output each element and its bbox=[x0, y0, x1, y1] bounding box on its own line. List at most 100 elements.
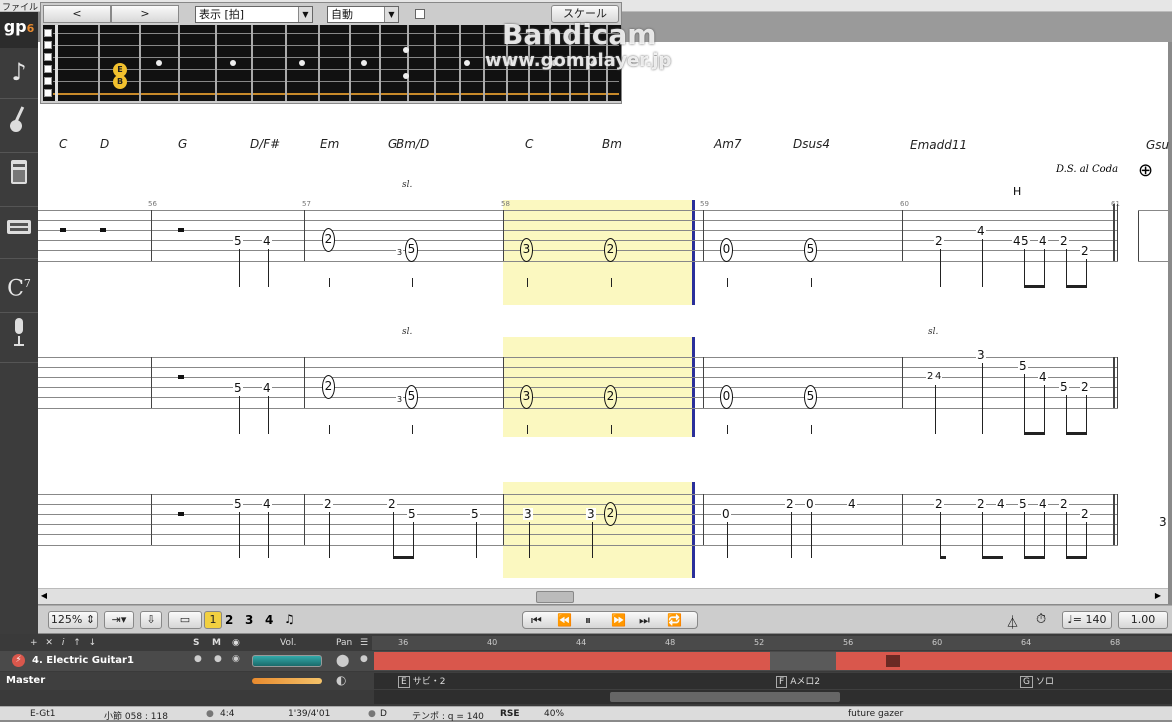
checkbox[interactable] bbox=[415, 9, 425, 19]
tab-note[interactable]: 5 bbox=[405, 385, 418, 409]
tab-note[interactable]: 4 bbox=[976, 225, 986, 237]
prev-button[interactable]: < bbox=[43, 5, 111, 23]
tab-note[interactable]: 5 bbox=[1020, 235, 1030, 247]
metronome-icon[interactable]: ⏃ bbox=[1006, 612, 1019, 631]
solo-toggle[interactable]: ● bbox=[194, 654, 202, 664]
tab-note[interactable]: 4 bbox=[934, 371, 943, 383]
tab-note[interactable]: 2 bbox=[387, 498, 397, 510]
tab-note[interactable]: 0 bbox=[720, 238, 733, 262]
tab-note[interactable]: 2 bbox=[604, 385, 617, 409]
tab-note[interactable]: 3 bbox=[586, 508, 596, 520]
voice-1-button[interactable]: 1 bbox=[204, 611, 222, 629]
tab-note[interactable]: 5 bbox=[1059, 381, 1069, 393]
amp-icon[interactable] bbox=[4, 158, 34, 198]
tab-note[interactable]: 4 bbox=[996, 498, 1006, 510]
track-menu-icon[interactable]: ☰ bbox=[360, 638, 368, 648]
tab-note[interactable]: 5 bbox=[233, 235, 243, 247]
tab-note[interactable]: 0 bbox=[805, 498, 815, 510]
tracks-scrollbar[interactable] bbox=[374, 690, 1172, 704]
tab-note[interactable]: 3 bbox=[520, 238, 533, 262]
tab-note[interactable]: 2 bbox=[785, 498, 795, 510]
tab-note[interactable]: 3 bbox=[976, 349, 986, 361]
tab-note[interactable]: 4 bbox=[262, 382, 272, 394]
view-mode-icon[interactable]: ⇥▾ bbox=[104, 611, 134, 629]
tab-note[interactable]: 3 bbox=[396, 394, 404, 406]
section-marker[interactable]: E サビ・2 bbox=[398, 674, 445, 688]
pan-knob[interactable]: ⬤ bbox=[336, 653, 349, 667]
tab-note[interactable]: 5 bbox=[804, 238, 817, 262]
move-up-icon[interactable]: ↑ bbox=[73, 638, 81, 648]
tab-note[interactable]: 2 bbox=[934, 498, 944, 510]
remove-track-icon[interactable]: ✕ bbox=[45, 638, 53, 648]
tab-note[interactable]: 4 bbox=[262, 235, 272, 247]
master-volume-slider[interactable] bbox=[252, 678, 322, 684]
layout-icon[interactable]: ▭ bbox=[168, 611, 202, 629]
tab-note[interactable]: 2 bbox=[976, 498, 986, 510]
zoom-select[interactable]: 125% ⇕ bbox=[48, 611, 98, 629]
volume-slider[interactable] bbox=[252, 655, 322, 667]
tab-note[interactable]: 2 bbox=[322, 228, 335, 252]
info-icon[interactable]: i bbox=[62, 638, 65, 648]
voice-2-button[interactable]: 2 bbox=[225, 613, 233, 627]
scroll-thumb[interactable] bbox=[536, 591, 574, 603]
mode-select[interactable]: 自動 ▼ bbox=[327, 6, 399, 23]
tab-note[interactable]: 2 bbox=[1080, 381, 1090, 393]
go-start-icon[interactable]: ⏮ bbox=[531, 612, 542, 628]
section-marker[interactable]: F Aメロ2 bbox=[776, 674, 820, 688]
tab-note[interactable]: 3 bbox=[396, 247, 404, 259]
tab-note[interactable]: 2 bbox=[1080, 245, 1090, 257]
speed-field[interactable]: 1.00 bbox=[1118, 611, 1168, 629]
tab-note[interactable]: 5 bbox=[804, 385, 817, 409]
rewind-icon[interactable]: ⏪ bbox=[557, 612, 572, 628]
tab-note[interactable]: 5 bbox=[470, 508, 480, 520]
voice-4-button[interactable]: 4 bbox=[265, 613, 273, 627]
track-clips[interactable] bbox=[374, 652, 1172, 670]
tab-note[interactable]: 5 bbox=[233, 382, 243, 394]
scroll-left-icon[interactable]: ◀ bbox=[38, 591, 50, 603]
tab-note[interactable]: 4 bbox=[1038, 498, 1048, 510]
tab-note[interactable]: 5 bbox=[407, 508, 417, 520]
forward-icon[interactable]: ⏩ bbox=[611, 612, 626, 628]
beam-icon[interactable]: ♫ bbox=[284, 612, 295, 626]
move-down-icon[interactable]: ↓ bbox=[89, 638, 97, 648]
tab-note[interactable]: 4 bbox=[1038, 235, 1048, 247]
pause-icon[interactable]: ⏸ bbox=[585, 612, 591, 628]
mute-toggle[interactable]: ● bbox=[214, 654, 222, 664]
tracks-scroll-thumb[interactable] bbox=[610, 692, 840, 702]
scroll-right-icon[interactable]: ▶ bbox=[1152, 591, 1164, 603]
master-pan-knob[interactable]: ◐ bbox=[336, 673, 346, 687]
display-select[interactable]: 表示 [拍] ▼ bbox=[195, 6, 313, 23]
tempo-field[interactable]: ♩= 140 bbox=[1062, 611, 1112, 629]
tab-note[interactable]: 0 bbox=[720, 385, 733, 409]
tab-note[interactable]: 3 bbox=[520, 385, 533, 409]
tab-note[interactable]: 5 bbox=[1018, 360, 1028, 372]
loop-icon[interactable]: 🔁 bbox=[667, 612, 682, 628]
add-track-icon[interactable]: + bbox=[30, 638, 38, 648]
tab-note[interactable]: 2 bbox=[1059, 498, 1069, 510]
chord-icon[interactable]: C7 bbox=[4, 264, 34, 304]
tab-note[interactable]: 5 bbox=[1018, 498, 1028, 510]
tab-note[interactable]: 3 bbox=[1158, 516, 1168, 528]
tab-note[interactable]: 2 bbox=[1059, 235, 1069, 247]
multitrack-icon[interactable]: ⇩ bbox=[140, 611, 162, 629]
tab-note[interactable]: 4 bbox=[1038, 371, 1048, 383]
tab-note[interactable]: 5 bbox=[405, 238, 418, 262]
countdown-icon[interactable]: ⏱ bbox=[1036, 612, 1046, 627]
tab-note[interactable]: 2 bbox=[1080, 508, 1090, 520]
go-end-icon[interactable]: ⏭ bbox=[639, 612, 650, 628]
tab-note[interactable]: 3 bbox=[523, 508, 533, 520]
voice-3-button[interactable]: 3 bbox=[245, 613, 253, 627]
tab-note[interactable]: 2 bbox=[323, 498, 333, 510]
visibility-toggle[interactable]: ◉ bbox=[232, 654, 240, 664]
tab-note[interactable]: 4 bbox=[262, 498, 272, 510]
track-fx-toggle[interactable]: ● bbox=[360, 654, 368, 664]
tab-note[interactable]: 4 bbox=[847, 498, 857, 510]
keyboard-icon[interactable] bbox=[4, 210, 34, 250]
tab-note[interactable]: 2 bbox=[322, 375, 335, 399]
next-button[interactable]: > bbox=[111, 5, 179, 23]
score-scrollbar[interactable]: ◀ ▶ bbox=[38, 588, 1168, 604]
section-marker[interactable]: G ソロ bbox=[1020, 674, 1054, 688]
tab-note[interactable]: 0 bbox=[721, 508, 731, 520]
tab-note[interactable]: 2 bbox=[934, 235, 944, 247]
track-name[interactable]: 4. Electric Guitar1 bbox=[32, 655, 134, 666]
